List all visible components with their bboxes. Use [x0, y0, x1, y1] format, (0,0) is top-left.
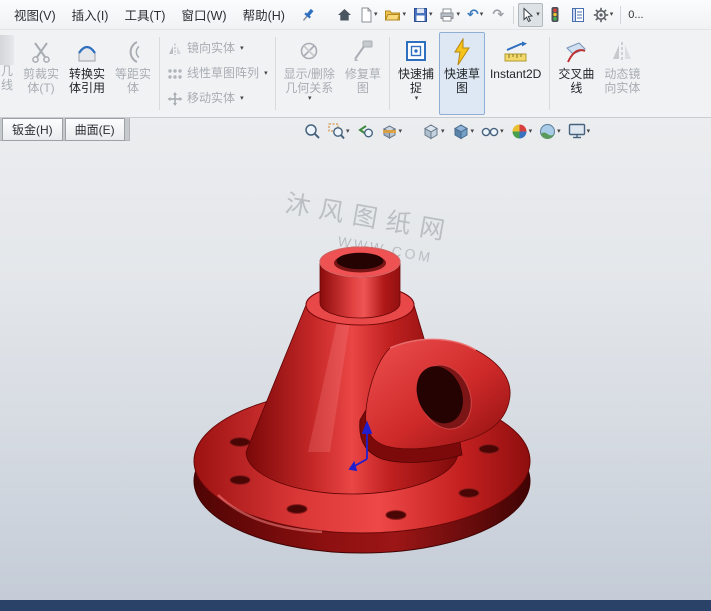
save-icon[interactable]: ▾ [410, 3, 436, 27]
convert-entities-icon [75, 36, 99, 68]
home-icon[interactable] [333, 3, 356, 27]
select-cursor-icon[interactable]: ▾ [518, 2, 543, 27]
toolbar-separator [620, 5, 622, 24]
menu-window[interactable]: 窗口(W) [173, 1, 234, 28]
linear-pattern-icon [168, 68, 182, 79]
menu-view[interactable]: 视图(V) [6, 1, 64, 28]
display-delete-relations-button[interactable]: 显示/删除 几何关系 ▾ [279, 32, 340, 115]
move-entities-icon [167, 91, 183, 106]
dropdown-caret-icon: ▾ [609, 11, 614, 18]
clipped-ribbon-button[interactable]: 几 线 [0, 32, 18, 115]
instant2d-icon [503, 36, 529, 68]
mirror-entities-icon [169, 43, 182, 55]
dropdown-caret-icon: ▾ [264, 70, 268, 77]
dropdown-caret-icon: ▾ [456, 11, 460, 18]
open-icon[interactable]: ▾ [381, 3, 409, 27]
lightning-icon [450, 36, 474, 68]
dropdown-caret-icon: ▾ [479, 11, 484, 18]
toolbar-overflow[interactable]: 0... [625, 9, 646, 21]
sketch-pattern-group: 镜向实体 ▾ 线性草图阵列 ▾ 移动实体 ▾ [163, 32, 272, 115]
dropdown-caret-icon: ▾ [536, 11, 540, 18]
trim-entities-button[interactable]: 剪裁实 体(T) [18, 32, 64, 115]
menu-insert[interactable]: 插入(I) [64, 1, 117, 28]
toolbar-separator [513, 5, 515, 24]
relations-icon [297, 36, 321, 68]
clipped-icon [0, 35, 14, 65]
ribbon-separator [388, 37, 390, 110]
repair-sketch-button[interactable]: 修复草 图 [340, 32, 386, 115]
dropdown-caret-icon: ▾ [414, 95, 419, 102]
rapid-sketch-button[interactable]: 快速草 图 [438, 32, 485, 115]
mirror-entities-button[interactable]: 镜向实体 ▾ [167, 38, 268, 60]
intersection-curve-button[interactable]: 交叉曲 线 [553, 32, 599, 115]
ribbon-toolbar: 几 线 剪裁实 体(T) 转换实 体引用 等距实 体 镜向实体 ▾ 线性草图阵列 [0, 30, 711, 118]
redo-icon[interactable]: ↷ [487, 3, 509, 27]
report-icon[interactable] [567, 3, 589, 27]
ribbon-separator [549, 37, 551, 110]
offset-entities-icon [122, 36, 144, 68]
convert-entities-button[interactable]: 转换实 体引用 [64, 32, 110, 115]
menu-help[interactable]: 帮助(H) [235, 1, 293, 28]
instant2d-button[interactable]: Instant2D [485, 32, 546, 115]
gear-icon[interactable]: ▾ [590, 3, 617, 27]
status-bar [0, 600, 711, 611]
dropdown-caret-icon: ▾ [307, 95, 312, 102]
linear-sketch-pattern-button[interactable]: 线性草图阵列 ▾ [167, 63, 268, 85]
quick-snaps-icon [404, 36, 428, 68]
repair-sketch-icon [351, 36, 375, 68]
dynamic-mirror-button[interactable]: 动态镜 向实体 [599, 32, 645, 115]
dropdown-caret-icon: ▾ [240, 95, 244, 102]
dynamic-mirror-icon [610, 36, 634, 68]
quick-access-toolbar: ▾ ▾ ▾ ▾ ↶ ▾ ↷ ▾ ▾ 0... [333, 2, 647, 27]
undo-icon[interactable]: ↶ ▾ [464, 3, 486, 27]
traffic-light-icon[interactable] [544, 3, 566, 27]
menu-bar: 视图(V) 插入(I) 工具(T) 窗口(W) 帮助(H) ▾ ▾ ▾ ▾ ↶ … [0, 0, 711, 30]
menu-tools[interactable]: 工具(T) [116, 1, 173, 28]
move-entities-button[interactable]: 移动实体 ▾ [167, 88, 268, 110]
model-3d[interactable] [0, 118, 711, 600]
pin-icon[interactable] [297, 4, 319, 26]
quick-snaps-button[interactable]: 快速捕 捉 ▾ [393, 32, 439, 115]
print-icon[interactable]: ▾ [436, 3, 463, 27]
ribbon-separator [159, 37, 161, 110]
dropdown-caret-icon: ▾ [428, 11, 433, 18]
new-document-icon[interactable]: ▾ [357, 3, 381, 27]
dropdown-caret-icon: ▾ [240, 45, 244, 52]
scissors-icon [30, 36, 52, 68]
dropdown-caret-icon: ▾ [402, 11, 406, 18]
ribbon-separator [274, 37, 276, 110]
dropdown-caret-icon: ▾ [373, 11, 378, 18]
offset-entities-button[interactable]: 等距实 体 [110, 32, 156, 115]
graphics-area[interactable]: 钣金(H) 曲面(E) ▾ ▾ ▾ ▾ ▾ ▾ ▾ ▾ 沐风图纸网 WWW.CO… [0, 117, 711, 600]
intersection-curve-icon [564, 36, 588, 68]
